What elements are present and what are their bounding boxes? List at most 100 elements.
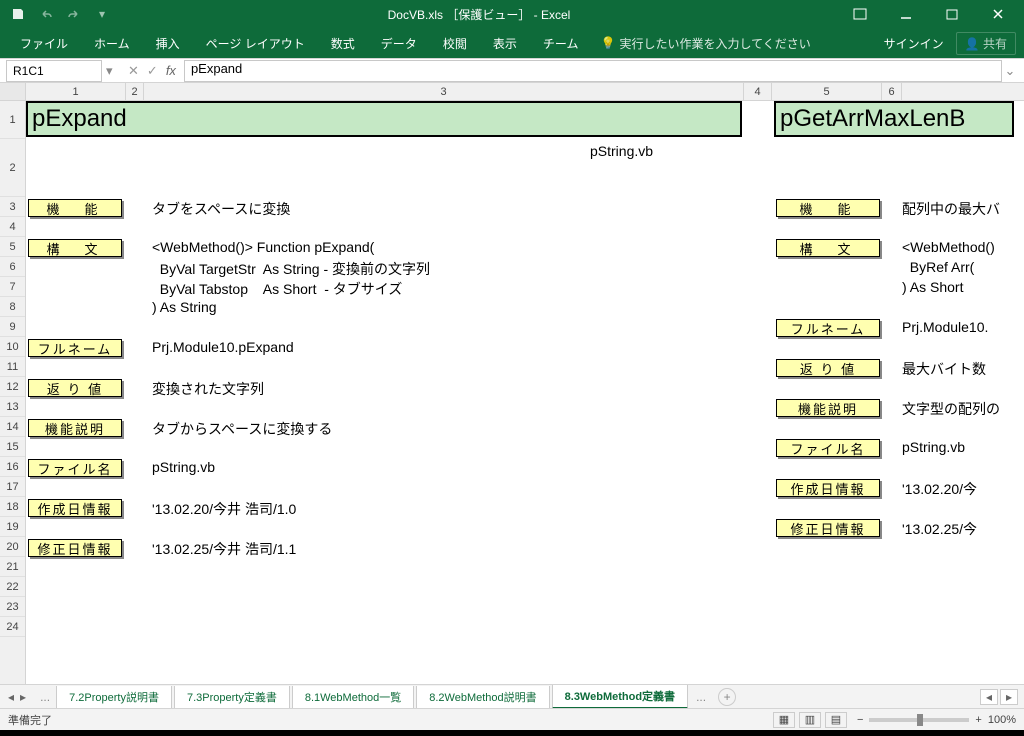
name-box[interactable]: R1C1 <box>6 60 102 82</box>
tab-review[interactable]: 校閲 <box>431 29 479 58</box>
worksheet-grid[interactable]: 1 2 3 4 5 6 1 2 3 4 5 6 7 8 9 10 11 12 1… <box>0 83 1024 684</box>
cell[interactable]: タブをスペースに変換 <box>148 199 294 219</box>
row-header[interactable]: 13 <box>0 397 25 417</box>
cell-label[interactable]: 作成日情報 <box>28 499 122 517</box>
tab-home[interactable]: ホーム <box>82 29 142 58</box>
cell[interactable]: '13.02.25/今井 浩司/1.1 <box>148 539 300 559</box>
cell[interactable]: 配列中の最大バ <box>898 199 1004 219</box>
tell-me[interactable]: 💡 実行したい作業を入力してください <box>600 35 810 52</box>
tab-nav-prev-icon[interactable]: ◂ <box>6 690 16 704</box>
col-header[interactable]: 5 <box>772 83 882 100</box>
cell[interactable]: タブからスペースに変換する <box>148 419 336 439</box>
tab-team[interactable]: チーム <box>531 29 591 58</box>
cell-label[interactable]: 機能説明 <box>776 399 880 417</box>
cell[interactable]: ByVal Tabstop As Short - タブサイズ <box>148 279 406 299</box>
row-header[interactable]: 9 <box>0 317 25 337</box>
row-header[interactable]: 20 <box>0 537 25 557</box>
row-header[interactable]: 17 <box>0 477 25 497</box>
tab-nav-next-icon[interactable]: ▸ <box>18 690 28 704</box>
row-header[interactable]: 1 <box>0 101 25 139</box>
view-normal-icon[interactable]: ▦ <box>773 712 795 728</box>
row-header[interactable]: 22 <box>0 577 25 597</box>
select-all-corner[interactable] <box>0 83 26 100</box>
signin-link[interactable]: サインイン <box>884 35 944 52</box>
cell-label[interactable]: 構 文 <box>28 239 122 257</box>
cell-title-left[interactable]: pExpand <box>26 101 742 137</box>
row-header[interactable]: 15 <box>0 437 25 457</box>
sheet-tab[interactable]: 8.2WebMethod説明書 <box>416 686 549 709</box>
col-header[interactable]: 2 <box>126 83 144 100</box>
cancel-formula-icon[interactable]: ✕ <box>128 63 139 79</box>
row-header[interactable]: 18 <box>0 497 25 517</box>
zoom-out-icon[interactable]: − <box>857 714 863 726</box>
col-header[interactable]: 3 <box>144 83 744 100</box>
share-button[interactable]: 👤 共有 <box>956 32 1016 55</box>
zoom-value[interactable]: 100% <box>988 714 1016 726</box>
scroll-left-icon[interactable]: ◂ <box>980 689 998 705</box>
row-header[interactable]: 2 <box>0 139 25 197</box>
cell-label[interactable]: 機 能 <box>28 199 122 217</box>
row-header[interactable]: 4 <box>0 217 25 237</box>
cell[interactable]: 変換された文字列 <box>148 379 268 399</box>
maximize-icon[interactable] <box>930 0 974 28</box>
cell[interactable]: ) As Short <box>898 279 967 295</box>
cell[interactable]: Prj.Module10.pExpand <box>148 339 298 355</box>
row-header[interactable]: 5 <box>0 237 25 257</box>
cell[interactable]: pString.vb <box>898 439 969 455</box>
cells-area[interactable]: pExpand pString.vb 機 能 タブをスペースに変換 構 文 <W… <box>26 101 1024 684</box>
tab-more-right[interactable]: ... <box>690 690 712 704</box>
tab-insert[interactable]: 挿入 <box>144 29 192 58</box>
tab-data[interactable]: データ <box>369 29 429 58</box>
qat-customize-icon[interactable]: ▾ <box>94 6 110 22</box>
view-page-break-icon[interactable]: ▤ <box>825 712 847 728</box>
cell[interactable]: 最大バイト数 <box>898 359 990 379</box>
col-header[interactable]: 6 <box>882 83 902 100</box>
cell[interactable]: ) As String <box>148 299 221 315</box>
cell[interactable]: ByRef Arr( <box>898 259 978 275</box>
row-header[interactable]: 23 <box>0 597 25 617</box>
cell[interactable]: ByVal TargetStr As String - 変換前の文字列 <box>148 259 434 279</box>
sheet-tab[interactable]: 7.3Property定義書 <box>174 686 290 709</box>
tab-file[interactable]: ファイル <box>8 29 80 58</box>
row-header[interactable]: 21 <box>0 557 25 577</box>
redo-icon[interactable] <box>66 6 82 22</box>
tab-page-layout[interactable]: ページ レイアウト <box>194 29 317 58</box>
name-box-dropdown-icon[interactable]: ▾ <box>106 63 120 79</box>
sheet-tab-active[interactable]: 8.3WebMethod定義書 <box>552 685 688 709</box>
cell-label[interactable]: ファイル名 <box>776 439 880 457</box>
view-page-layout-icon[interactable]: ▥ <box>799 712 821 728</box>
cell-label[interactable]: 返 り 値 <box>28 379 122 397</box>
cell-label[interactable]: ファイル名 <box>28 459 122 477</box>
cell-label[interactable]: 修正日情報 <box>776 519 880 537</box>
cell[interactable]: '13.02.25/今 <box>898 519 981 539</box>
cell[interactable]: pString.vb <box>148 459 219 475</box>
cell-label[interactable]: 修正日情報 <box>28 539 122 557</box>
row-header[interactable]: 19 <box>0 517 25 537</box>
cell-label[interactable]: 構 文 <box>776 239 880 257</box>
cell[interactable]: <WebMethod()> Function pExpand( <box>148 239 378 255</box>
col-header[interactable]: 4 <box>744 83 772 100</box>
tab-view[interactable]: 表示 <box>481 29 529 58</box>
zoom-slider[interactable] <box>869 718 969 722</box>
cell[interactable]: '13.02.20/今井 浩司/1.0 <box>148 499 300 519</box>
undo-icon[interactable] <box>38 6 54 22</box>
sheet-tab[interactable]: 8.1WebMethod一覧 <box>292 686 414 709</box>
cell[interactable]: <WebMethod() <box>898 239 999 255</box>
expand-formula-icon[interactable]: ⌄ <box>1002 63 1018 79</box>
row-header[interactable]: 16 <box>0 457 25 477</box>
save-icon[interactable] <box>10 6 26 22</box>
row-header[interactable]: 6 <box>0 257 25 277</box>
cell-label[interactable]: 機能説明 <box>28 419 122 437</box>
tab-formulas[interactable]: 数式 <box>319 29 367 58</box>
minimize-icon[interactable] <box>884 0 928 28</box>
ribbon-display-icon[interactable] <box>838 0 882 28</box>
cell-label[interactable]: フルネーム <box>776 319 880 337</box>
cell-label[interactable]: 作成日情報 <box>776 479 880 497</box>
cell[interactable]: '13.02.20/今 <box>898 479 981 499</box>
row-header[interactable]: 14 <box>0 417 25 437</box>
zoom-in-icon[interactable]: + <box>975 714 981 726</box>
cell[interactable]: 文字型の配列の <box>898 399 1004 419</box>
col-header[interactable]: 1 <box>26 83 126 100</box>
row-header[interactable]: 8 <box>0 297 25 317</box>
row-header[interactable]: 12 <box>0 377 25 397</box>
